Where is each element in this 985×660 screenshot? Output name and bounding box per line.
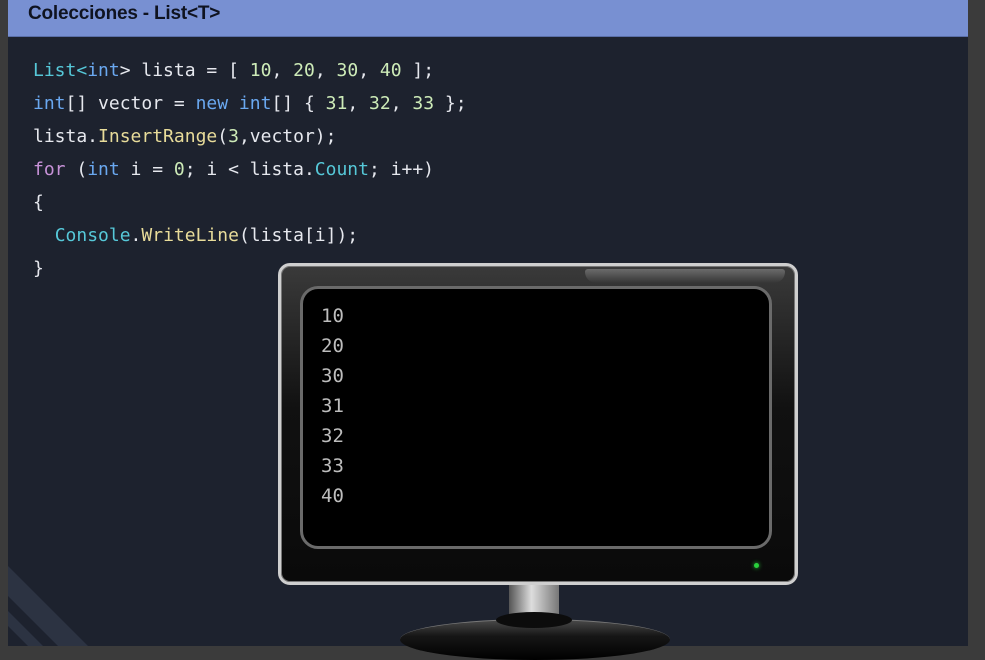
code-token: > lista = [ — [119, 60, 250, 81]
code-class: Console — [54, 225, 131, 246]
code-number: 32 — [369, 93, 391, 114]
code-token: . — [130, 225, 142, 246]
console-line: 40 — [321, 485, 344, 507]
monitor-neck-collar — [496, 612, 572, 628]
code-token: int — [87, 60, 120, 81]
code-number: 20 — [293, 60, 315, 81]
code-token: , — [390, 93, 413, 114]
code-number: 3 — [228, 126, 239, 147]
code-number: 31 — [325, 93, 348, 114]
code-token: ; i++) — [368, 159, 435, 180]
code-token: , — [358, 60, 380, 81]
code-token: [] { — [271, 93, 326, 114]
code-token: i = — [119, 159, 174, 180]
code-token: [] vector = — [65, 93, 196, 114]
code-number: 30 — [336, 60, 359, 81]
console-line: 32 — [321, 425, 344, 447]
console-screen: 10 20 30 31 32 33 40 — [300, 286, 772, 549]
slide-title: Colecciones - List<T> — [28, 3, 221, 24]
code-token: , — [271, 60, 294, 81]
code-token: ( — [217, 126, 229, 147]
code-line-6: Console.WriteLine(lista[i]); — [33, 219, 467, 252]
monitor-gloss — [585, 269, 785, 283]
code-token: lista. — [33, 126, 99, 147]
console-line: 20 — [321, 335, 344, 357]
code-block: List<int> lista = [ 10, 20, 30, 40 ]; in… — [33, 54, 467, 285]
power-led-icon — [754, 563, 759, 568]
code-method: WriteLine — [141, 225, 239, 246]
code-keyword: new — [195, 93, 229, 114]
code-token: ( — [65, 159, 88, 180]
code-number: 33 — [412, 93, 435, 114]
code-line-1: List<int> lista = [ 10, 20, 30, 40 ]; — [33, 54, 467, 87]
console-line: 33 — [321, 455, 344, 477]
code-line-3: lista.InsertRange(3,vector); — [33, 120, 467, 153]
console-line: 31 — [321, 395, 344, 417]
code-token: (lista[i]); — [238, 225, 359, 246]
code-method: InsertRange — [98, 126, 218, 147]
code-property: Count — [314, 159, 369, 180]
code-token: int — [33, 93, 66, 114]
code-token: int — [238, 93, 272, 114]
code-token: , — [347, 93, 369, 114]
console-line: 10 — [321, 305, 344, 327]
code-token: List< — [33, 60, 88, 81]
code-token: ; i < lista. — [184, 159, 315, 180]
code-token: , — [314, 60, 337, 81]
console-line: 30 — [321, 365, 344, 387]
code-line-5: { — [33, 192, 44, 213]
code-number: 40 — [379, 60, 402, 81]
code-line-4: for (int i = 0; i < lista.Count; i++) — [33, 153, 467, 186]
code-number: 0 — [173, 159, 185, 180]
code-token: ]; — [401, 60, 435, 81]
code-token: ,vector); — [238, 126, 337, 147]
code-keyword: for — [33, 159, 66, 180]
slide-title-bar: Colecciones - List<T> — [8, 0, 968, 37]
code-token: }; — [434, 93, 467, 114]
console-output: 10 20 30 31 32 33 40 — [321, 301, 344, 511]
code-line-2: int[] vector = new int[] { 31, 32, 33 }; — [33, 87, 467, 120]
code-number: 10 — [249, 60, 272, 81]
code-keyword: int — [87, 159, 120, 180]
corner-stripes-decoration — [8, 566, 88, 646]
monitor-illustration: 10 20 30 31 32 33 40 — [278, 263, 798, 585]
